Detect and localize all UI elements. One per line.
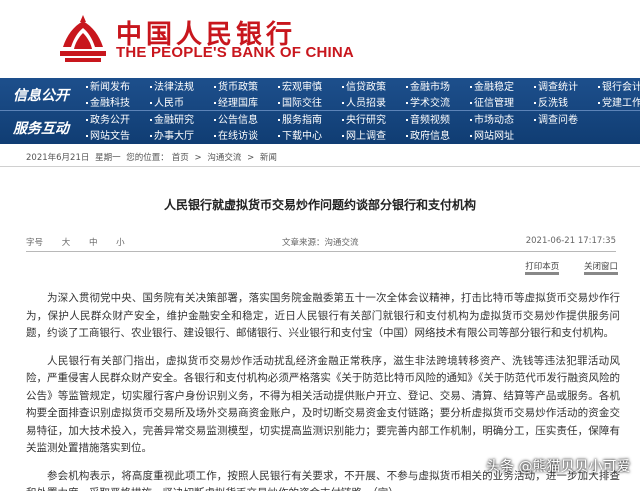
nav-row-2: 金融科技 人民币 经理国库 国际交往 人员招录 学术交流 征信管理 反洗钱 党建… (84, 96, 640, 111)
nav-item[interactable]: 学术交流 (404, 96, 460, 111)
nav-row-1: 新闻发布 法律法规 货币政策 宏观审慎 信贷政策 金融市场 金融稳定 调查统计 … (84, 80, 640, 95)
article-source: 文章来源：沟通交流 (282, 238, 359, 248)
nav-item[interactable]: 货币政策 (212, 80, 268, 95)
nav-item[interactable]: 在线访谈 (212, 129, 268, 144)
nav-item[interactable]: 办事大厅 (148, 129, 204, 144)
nav-item[interactable]: 网站文告 (84, 129, 140, 144)
nav-item[interactable]: 政务公开 (84, 113, 140, 128)
breadcrumb-separator: > (194, 153, 202, 163)
breadcrumb-location-prefix: 您的位置： (126, 153, 169, 163)
nav-item[interactable]: 金融稳定 (468, 80, 524, 95)
font-size-medium[interactable]: 中 (89, 238, 98, 248)
breadcrumb-section[interactable]: 沟通交流 (207, 153, 241, 163)
nav-item[interactable]: 市场动态 (468, 113, 524, 128)
nav-item[interactable]: 反洗钱 (532, 96, 588, 111)
nav-item[interactable]: 音频视频 (404, 113, 460, 128)
nav-item[interactable]: 党建工作 (596, 96, 640, 111)
nav-item[interactable]: 人民币 (148, 96, 204, 111)
nav-item[interactable]: 金融研究 (148, 113, 204, 128)
nav-item[interactable]: 下载中心 (276, 129, 332, 144)
nav-item[interactable]: 央行研究 (340, 113, 396, 128)
article-paragraph: 为深入贯彻党中央、国务院有关决策部署，落实国务院金融委第五十一次全体会议精神，打… (26, 292, 620, 339)
nav-item[interactable]: 信贷政策 (340, 80, 396, 95)
nav-item[interactable]: 政府信息 (404, 129, 460, 144)
meta-divider (26, 251, 616, 252)
article-paragraph: 人民银行有关部门指出，虚拟货币交易炒作活动扰乱经济金融正常秩序，滋生非法跨境转移… (26, 354, 620, 455)
font-size-label: 字号 (26, 238, 44, 248)
nav-item[interactable]: 银行会计 (596, 80, 640, 95)
article-datetime: 2021-06-21 17:17:35 (525, 236, 616, 246)
nav-item[interactable]: 调查统计 (532, 80, 588, 95)
site-header: 中国人民银行 THE PEOPLE'S BANK OF CHINA (0, 0, 640, 78)
print-page-link[interactable]: 打印本页 (525, 262, 559, 272)
font-size-large[interactable]: 大 (62, 238, 71, 248)
breadcrumb-divider (0, 166, 640, 167)
nav-item[interactable]: 征信管理 (468, 96, 524, 111)
font-size-small[interactable]: 小 (116, 238, 125, 248)
main-nav: 信息公开 服务互动 新闻发布 法律法规 货币政策 宏观审慎 信贷政策 金融市场 … (0, 78, 640, 144)
breadcrumb-weekday: 星期一 (95, 153, 121, 163)
close-window-link[interactable]: 关闭窗口 (584, 262, 618, 272)
nav-section-service: 服务互动 (13, 120, 69, 137)
nav-item[interactable]: 经理国库 (212, 96, 268, 111)
article-title: 人民银行就虚拟货币交易炒作问题约谈部分银行和支付机构 (163, 198, 476, 212)
pboc-emblem-icon[interactable] (57, 13, 109, 65)
nav-row-3: 政务公开 金融研究 公告信息 服务指南 央行研究 音频视频 市场动态 调查问卷 (84, 113, 596, 128)
nav-section-info: 信息公开 (13, 87, 69, 104)
breadcrumb-date: 2021年6月21日 (26, 153, 90, 163)
nav-item[interactable]: 网站网址 (468, 129, 524, 144)
nav-item[interactable]: 金融科技 (84, 96, 140, 111)
nav-item[interactable]: 网上调查 (340, 129, 396, 144)
toutiao-watermark: 头条 @熊猫贝贝小可爱 (486, 459, 631, 475)
breadcrumb-page[interactable]: 新闻 (260, 153, 277, 163)
nav-item[interactable]: 调查问卷 (532, 113, 588, 128)
breadcrumb: 2021年6月21日 星期一 您的位置： 首页 > 沟通交流 > 新闻 (26, 151, 280, 163)
nav-item[interactable]: 人员招录 (340, 96, 396, 111)
nav-item[interactable]: 金融市场 (404, 80, 460, 95)
site-name-en: THE PEOPLE'S BANK OF CHINA (116, 44, 354, 61)
nav-item[interactable]: 宏观审慎 (276, 80, 332, 95)
nav-row-4: 网站文告 办事大厅 在线访谈 下载中心 网上调查 政府信息 网站网址 (84, 129, 532, 144)
article-meta: 字号 大 中 小 文章来源：沟通交流 2021-06-21 17:17:35 (26, 236, 616, 250)
breadcrumb-home[interactable]: 首页 (172, 153, 189, 163)
nav-item[interactable]: 新闻发布 (84, 80, 140, 95)
nav-item[interactable]: 服务指南 (276, 113, 332, 128)
nav-item[interactable]: 法律法规 (148, 80, 204, 95)
breadcrumb-separator: > (247, 153, 255, 163)
nav-item[interactable]: 公告信息 (212, 113, 268, 128)
font-size-controls: 字号 大 中 小 (26, 236, 141, 248)
article-tools: 打印本页 关闭窗口 (503, 260, 618, 272)
nav-item[interactable]: 国际交往 (276, 96, 332, 111)
